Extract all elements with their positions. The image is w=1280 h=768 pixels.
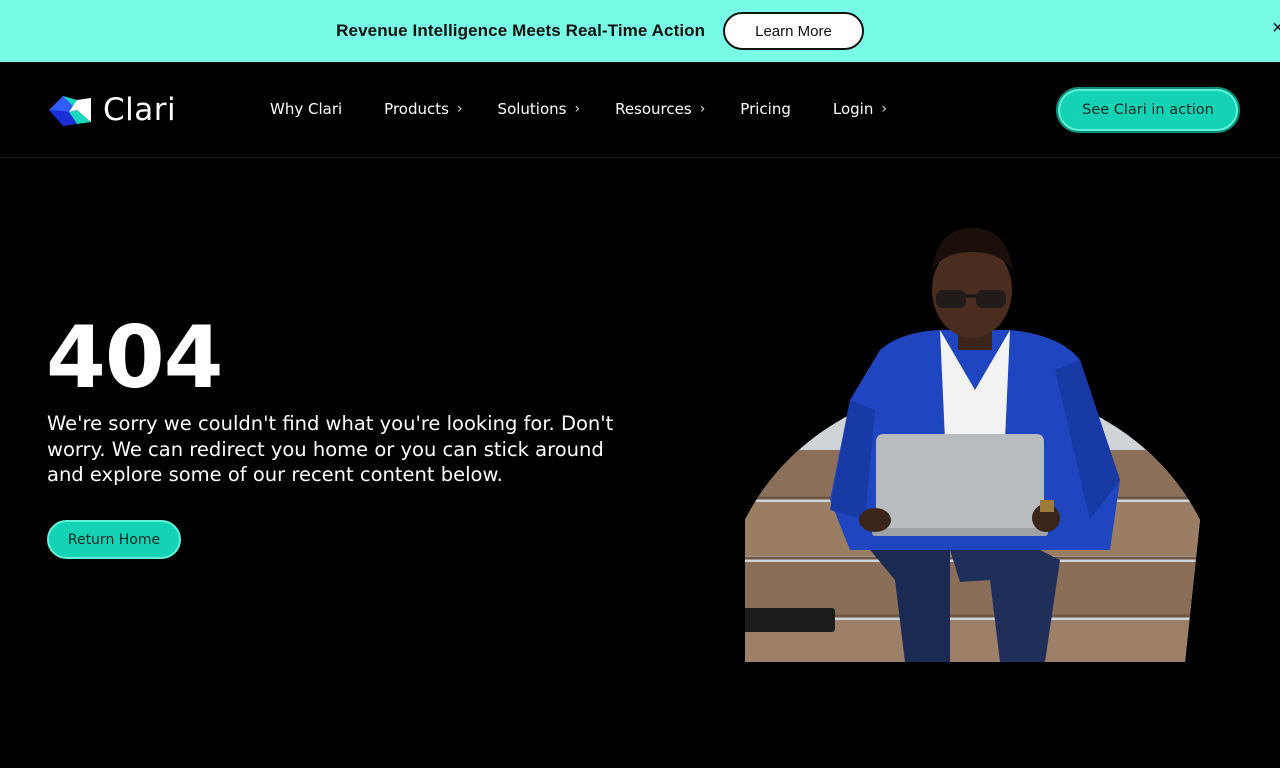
banner-text: Revenue Intelligence Meets Real-Time Act… bbox=[336, 21, 706, 40]
man-with-laptop-illustration bbox=[745, 228, 1200, 663]
learn-more-button[interactable]: Learn More bbox=[723, 12, 864, 50]
close-icon[interactable]: × bbox=[1272, 17, 1280, 41]
error-message: We're sorry we couldn't find what you're… bbox=[47, 412, 614, 486]
logo-text: Clari bbox=[103, 92, 177, 128]
nav-item-products[interactable]: Products › bbox=[384, 100, 462, 118]
chevron-right-icon: › bbox=[699, 101, 706, 117]
nav-item-resources[interactable]: Resources › bbox=[615, 100, 705, 118]
chevron-right-icon: › bbox=[456, 101, 463, 117]
nav-item-label: Products bbox=[384, 100, 449, 118]
main-navigation: Clari Why Clari Products › Solutions › R… bbox=[0, 62, 1280, 158]
nav-item-label: Solutions bbox=[497, 100, 567, 118]
nav-item-login[interactable]: Login › bbox=[833, 100, 887, 118]
nav-item-label: Pricing bbox=[740, 100, 791, 118]
nav-item-label: Login bbox=[832, 100, 874, 118]
clari-logo[interactable]: Clari bbox=[47, 90, 176, 130]
announcement-banner: Revenue Intelligence Meets Real-Time Act… bbox=[0, 0, 1280, 62]
clari-logo-icon bbox=[49, 96, 91, 126]
error-code-title: 404 bbox=[46, 308, 224, 408]
chevron-right-icon: › bbox=[574, 101, 581, 117]
nav-item-solutions[interactable]: Solutions › bbox=[498, 100, 581, 118]
nav-item-pricing[interactable]: Pricing bbox=[740, 100, 791, 118]
nav-item-label: Resources bbox=[615, 100, 692, 118]
nav-item-why-clari[interactable]: Why Clari bbox=[270, 100, 342, 118]
chevron-right-icon: › bbox=[881, 101, 887, 117]
nav-item-label: Why Clari bbox=[270, 100, 343, 118]
see-clari-in-action-button[interactable]: See Clari in action bbox=[1056, 87, 1240, 133]
return-home-button[interactable]: Return Home bbox=[47, 520, 181, 559]
nav-menu: Why Clari Products › Solutions › Resourc… bbox=[270, 100, 887, 118]
